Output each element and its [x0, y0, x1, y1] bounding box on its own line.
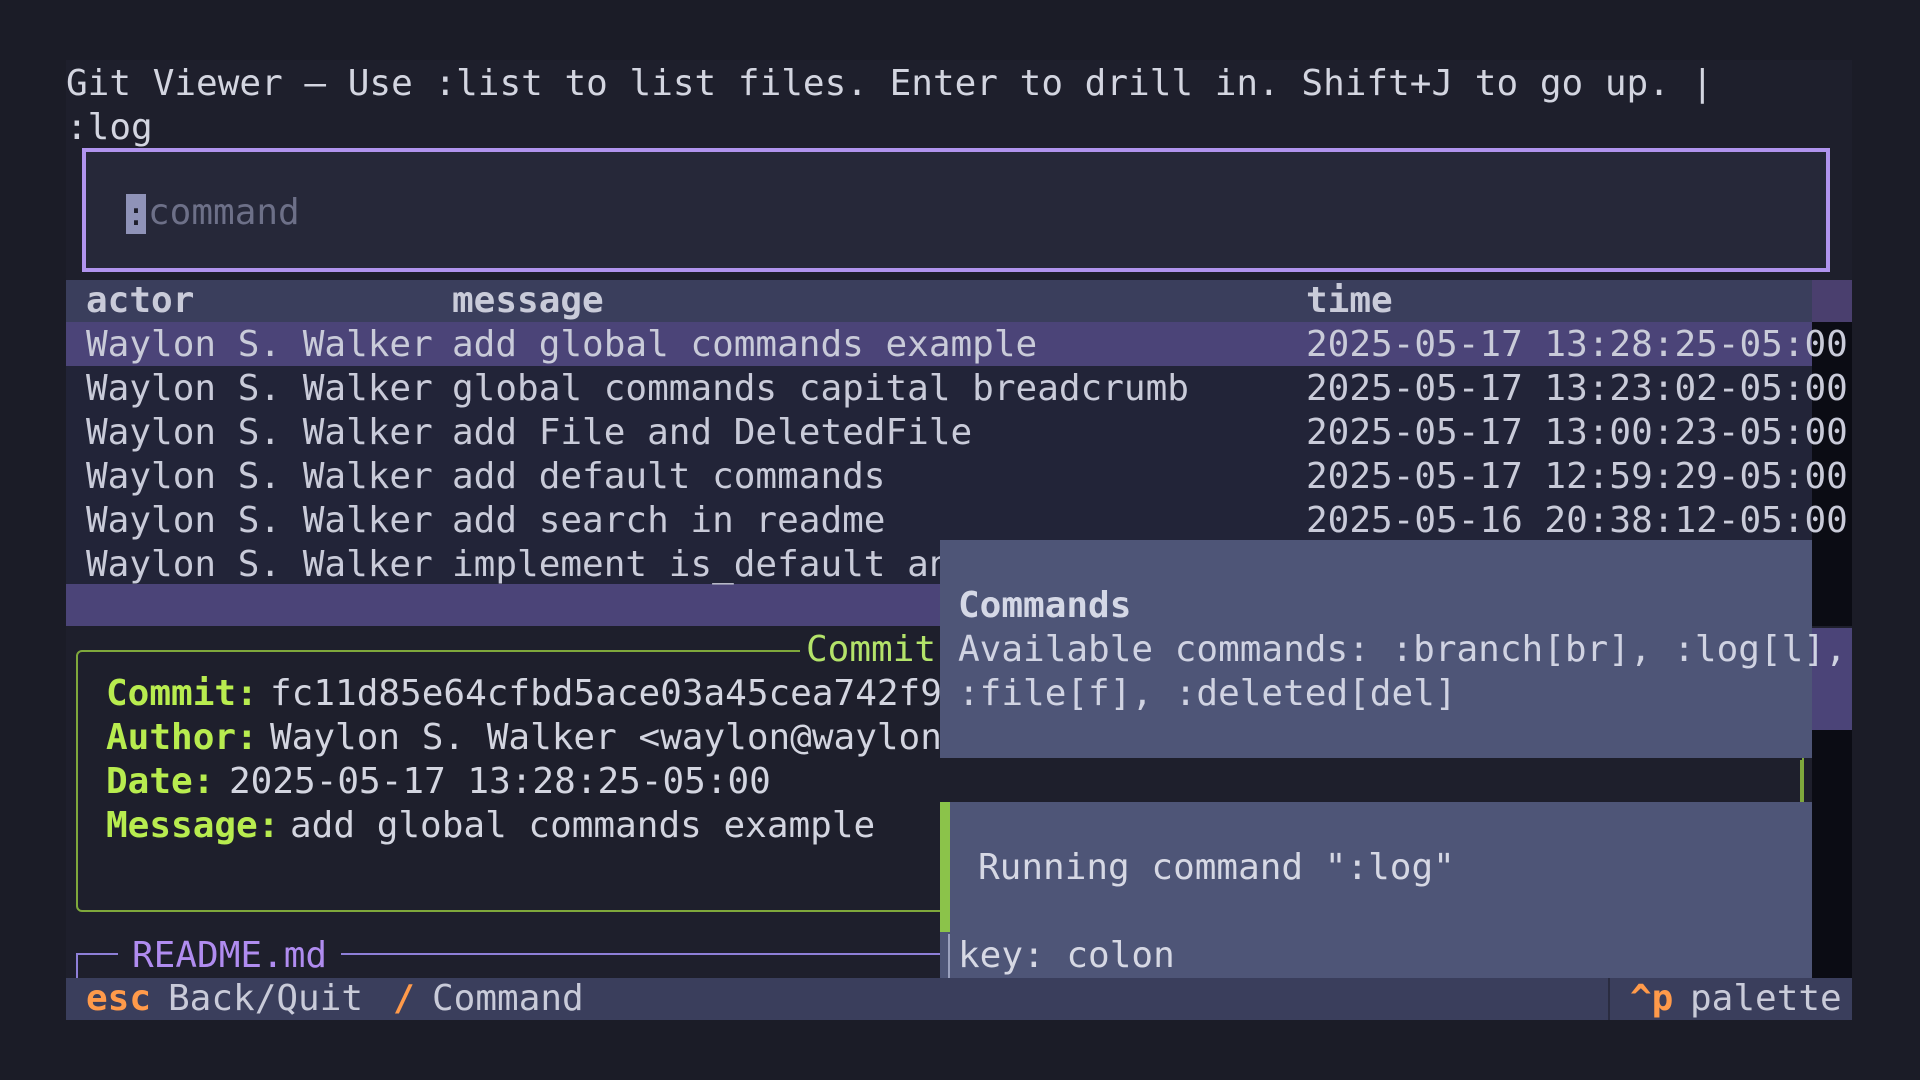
cell-message: add default commands: [452, 456, 886, 497]
cell-time: 2025-05-17 13:00:23-05:00: [1306, 412, 1848, 453]
command-input-box[interactable]: [82, 148, 1830, 272]
footer-separator: [1608, 978, 1610, 1020]
header-title: Git Viewer — Use :list to list files. En…: [66, 63, 1714, 104]
footer-key-palette[interactable]: ^p: [1630, 977, 1673, 1021]
toast-key-info: key: colon: [958, 935, 1175, 976]
text-cursor: :: [126, 194, 146, 234]
help-popup-text-line2: :file[f], :deleted[del]: [958, 673, 1457, 714]
footer-label-back-quit[interactable]: Back/Quit: [168, 977, 363, 1021]
commit-panel-edge: [1800, 760, 1804, 804]
toast-message: Running command ":log": [978, 847, 1455, 888]
cell-actor: Waylon S. Walker: [86, 544, 433, 585]
cell-message: global commands capital breadcrumb: [452, 368, 1189, 409]
cell-time: 2025-05-17 13:23:02-05:00: [1306, 368, 1848, 409]
cell-time: 2025-05-17 12:59:29-05:00: [1306, 456, 1848, 497]
message-label: Message:: [106, 805, 280, 846]
commit-hash: fc11d85e64cfbd5ace03a45cea742f910: [270, 673, 986, 714]
cell-actor: Waylon S. Walker: [86, 500, 433, 541]
footer-label-command[interactable]: Command: [432, 977, 584, 1021]
author-value: Waylon S. Walker <waylon@waylonwa: [270, 717, 986, 758]
toast-divider: [948, 934, 950, 980]
author-label: Author:: [106, 717, 258, 758]
cell-actor: Waylon S. Walker: [86, 412, 433, 453]
cell-message: add search in readme: [452, 500, 886, 541]
message-value: add global commands example: [290, 805, 876, 846]
help-popup-text-line1: Available commands: :branch[br], :log[l]…: [958, 629, 1847, 670]
cell-time: 2025-05-17 13:28:25-05:00: [1306, 324, 1848, 365]
footer-key-slash[interactable]: /: [393, 977, 415, 1021]
column-header-time[interactable]: time: [1306, 279, 1393, 323]
cell-actor: Waylon S. Walker: [86, 324, 433, 365]
date-value: 2025-05-17 13:28:25-05:00: [229, 761, 771, 802]
cell-time: 2025-05-16 20:38:12-05:00: [1306, 500, 1848, 541]
table-header-scroll-cap: [1812, 280, 1852, 322]
current-command: :log: [66, 107, 153, 148]
cell-message: add File and DeletedFile: [452, 412, 973, 453]
help-popup-title: Commands: [958, 585, 1132, 626]
cell-message: implement is_default and: [452, 544, 973, 585]
readme-panel-title[interactable]: README.md: [118, 934, 342, 978]
lower-scrollbar[interactable]: [1812, 730, 1852, 980]
table-header: [66, 280, 1812, 322]
cell-message: add global commands example: [452, 324, 1038, 365]
cell-actor: Waylon S. Walker: [86, 456, 433, 497]
cell-actor: Waylon S. Walker: [86, 368, 433, 409]
footer-key-esc[interactable]: esc: [86, 977, 151, 1021]
date-label: Date:: [106, 761, 215, 802]
column-header-actor[interactable]: actor: [86, 279, 194, 323]
commit-label: Commit:: [106, 673, 258, 714]
command-input[interactable]: command: [148, 191, 300, 235]
commit-panel-title: Commit: [800, 628, 943, 672]
toast-accent-bar: [940, 802, 950, 932]
column-header-message[interactable]: message: [452, 279, 604, 323]
footer-label-palette[interactable]: palette: [1690, 977, 1842, 1021]
